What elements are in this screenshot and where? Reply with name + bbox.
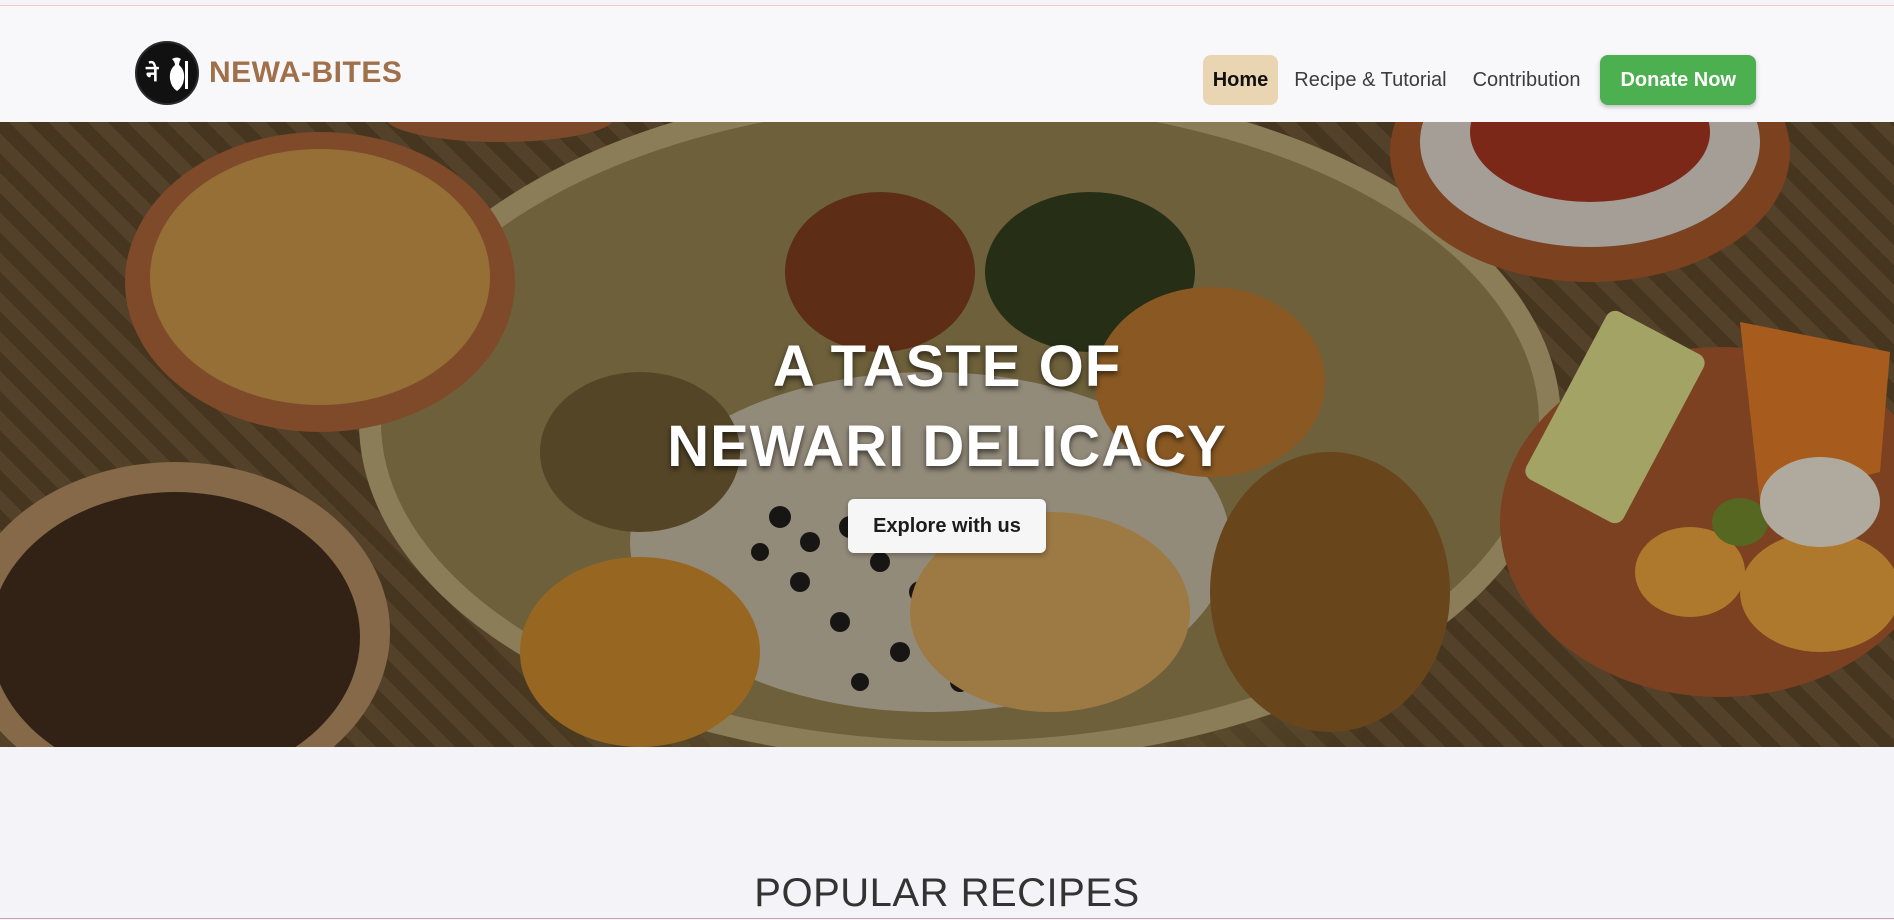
nav-recipe-tutorial[interactable]: Recipe & Tutorial xyxy=(1284,55,1456,105)
donate-button[interactable]: Donate Now xyxy=(1600,55,1756,105)
navbar: ने NEWA-BITES Home Recipe & Tutorial Con… xyxy=(0,6,1894,122)
main-nav: Home Recipe & Tutorial Contribution Dona… xyxy=(1202,55,1756,105)
nav-contribution[interactable]: Contribution xyxy=(1463,55,1591,105)
brand-name[interactable]: NEWA-BITES xyxy=(209,56,402,90)
nav-home[interactable]: Home xyxy=(1202,55,1279,105)
svg-text:ने: ने xyxy=(145,60,159,87)
hero-title-line-2: NEWARI DELICACY xyxy=(667,414,1227,479)
popular-recipes-heading: POPULAR RECIPES xyxy=(754,871,1140,915)
brand-logo[interactable]: ने xyxy=(135,41,199,105)
bottom-border xyxy=(0,918,1894,919)
hero-content: A TASTE OF NEWARI DELICACY Explore with … xyxy=(0,327,1894,553)
hero-banner: A TASTE OF NEWARI DELICACY Explore with … xyxy=(0,122,1894,747)
logo-emblem-icon: ने xyxy=(145,57,188,91)
brand[interactable]: ने NEWA-BITES xyxy=(135,40,402,106)
explore-button[interactable]: Explore with us xyxy=(848,499,1046,553)
hero-title: A TASTE OF NEWARI DELICACY xyxy=(0,327,1894,487)
hero-title-line-1: A TASTE OF xyxy=(772,334,1122,399)
